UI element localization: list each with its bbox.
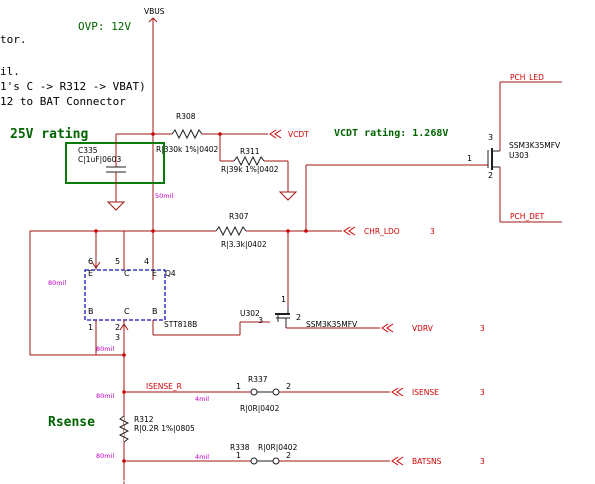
- r312-value: R|0.2R 1%|0805: [134, 424, 195, 433]
- isense-r-net-label: ISENSE_R: [146, 382, 182, 391]
- r338-pad-1: [250, 457, 258, 465]
- vdrv-port-icon-2: [386, 323, 394, 333]
- isense-width-label: 80mil: [96, 392, 114, 400]
- u303-pin-1: 1: [467, 154, 472, 163]
- note-fragment-path: 1's C -> R312 -> VBAT): [0, 80, 146, 93]
- vcdt-rating-note: VCDT rating: 1.268V: [334, 127, 448, 139]
- q4-ref: Q4: [165, 269, 176, 278]
- r308-resistor: [171, 128, 203, 140]
- note-fragment-connector: 12 to BAT Connector: [0, 95, 126, 108]
- r311-ground-icon: [278, 191, 298, 201]
- q4-pin-4: 4: [144, 257, 149, 266]
- vbus-width-label: 50mil: [155, 192, 173, 200]
- q4-pin-e-right: E: [152, 269, 157, 278]
- q4-pin-b-right: B: [152, 307, 158, 316]
- r338-value: R|0R|0402: [258, 443, 298, 452]
- r312-ref: R312: [134, 415, 154, 424]
- vbus-arrow-left: [148, 17, 154, 23]
- r337-value: R|0R|0402: [240, 404, 280, 413]
- loop-width-label: 80mil: [48, 279, 66, 287]
- rating-25v-note: 25V rating: [10, 127, 88, 142]
- r307-resistor: [215, 225, 247, 237]
- isense-sheet-ref: 3: [480, 388, 485, 397]
- r311-ref: R311: [240, 147, 260, 156]
- q4-pin-1: 1: [88, 323, 93, 332]
- batsns-sheet-ref: 3: [480, 457, 485, 466]
- pch-led-net-label: PCH_LED: [510, 73, 544, 82]
- q4-pin-b-left: B: [88, 307, 94, 316]
- note-fragment-tor: tor.: [0, 33, 27, 46]
- r307-ref: R307: [229, 212, 249, 221]
- r337-pad-1: [250, 388, 258, 396]
- ovp-note: OVP: 12V: [78, 20, 131, 33]
- q4-pin-e-left: E: [88, 269, 93, 278]
- isense-trace-width: 4mil: [195, 395, 209, 403]
- r338-pin-2: 2: [286, 451, 291, 460]
- rsense-note: Rsense: [48, 415, 95, 430]
- q4-pin-c-bottom: C: [124, 307, 130, 316]
- c335-value: C|1uF|0603: [78, 155, 121, 164]
- u303-part: SSM3K35MFV: [509, 141, 561, 150]
- u303-ref: U303: [509, 151, 529, 160]
- r337-pin-2: 2: [286, 382, 291, 391]
- vdrv-net-label: VDRV: [412, 324, 434, 333]
- pch-det-net-label: PCH_DET: [510, 212, 545, 221]
- c335-ref: C335: [78, 146, 98, 155]
- batsns-trace-width: 4mil: [195, 453, 209, 461]
- batsns-port-icon-2: [396, 456, 404, 466]
- r338-pad-2: [272, 457, 280, 465]
- u302-pin-3: 3: [258, 316, 263, 325]
- vcdt-port-icon-2: [274, 129, 282, 139]
- vbus-label: VBUS: [144, 7, 165, 16]
- u303-pin-2: 2: [488, 171, 493, 180]
- batsns-net-label: BATSNS: [412, 457, 442, 466]
- vdrv-sheet-ref: 3: [480, 324, 485, 333]
- q4-pin-5: 5: [115, 257, 120, 266]
- r312-resistor: [118, 415, 130, 443]
- schematic-canvas: OVP: 12V tor. il. 1's C -> R312 -> VBAT)…: [0, 7, 595, 484]
- r308-ref: R308: [176, 112, 196, 121]
- junction-dot: [151, 229, 155, 233]
- r308-value: R|330k 1%|0402: [156, 145, 219, 154]
- batsns-width-label: 80mil: [96, 452, 114, 460]
- q4-pin-2: 2: [115, 323, 120, 332]
- note-fragment-il: il.: [0, 65, 20, 78]
- vbus-arrow-right: [152, 17, 158, 23]
- r311-value: R|39k 1%|0402: [221, 165, 279, 174]
- chr-ldo-port-icon-2: [348, 226, 356, 236]
- q4-pin-3: 3: [115, 333, 120, 342]
- r338-pin-1: 1: [236, 451, 241, 460]
- r307-value: R|3.3k|0402: [221, 240, 267, 249]
- c335-ground-icon: [106, 201, 126, 211]
- u302-pin-1: 1: [281, 295, 286, 304]
- chr-ldo-net-label: CHR_LDO: [364, 227, 400, 236]
- vcdt-net-label: VCDT: [288, 130, 309, 139]
- r337-pad-2: [272, 388, 280, 396]
- r311-resistor: [233, 155, 265, 167]
- loop-80mil-wire: [29, 230, 124, 356]
- loop-bottom-width-label: 80mil: [96, 345, 114, 353]
- q4-pin-6: 6: [88, 257, 93, 266]
- junction-dot: [122, 353, 126, 357]
- q4-pin-c-top: C: [124, 269, 130, 278]
- r337-ref: R337: [248, 375, 268, 384]
- u302-pin-2: 2: [296, 313, 301, 322]
- r337-pin-1: 1: [236, 382, 241, 391]
- isense-port-icon-2: [396, 387, 404, 397]
- q4-part: STT818B: [164, 320, 197, 329]
- isense-net-label: ISENSE: [412, 388, 439, 397]
- chr-ldo-sheet-ref: 3: [430, 227, 435, 236]
- u303-pin-3: 3: [488, 133, 493, 142]
